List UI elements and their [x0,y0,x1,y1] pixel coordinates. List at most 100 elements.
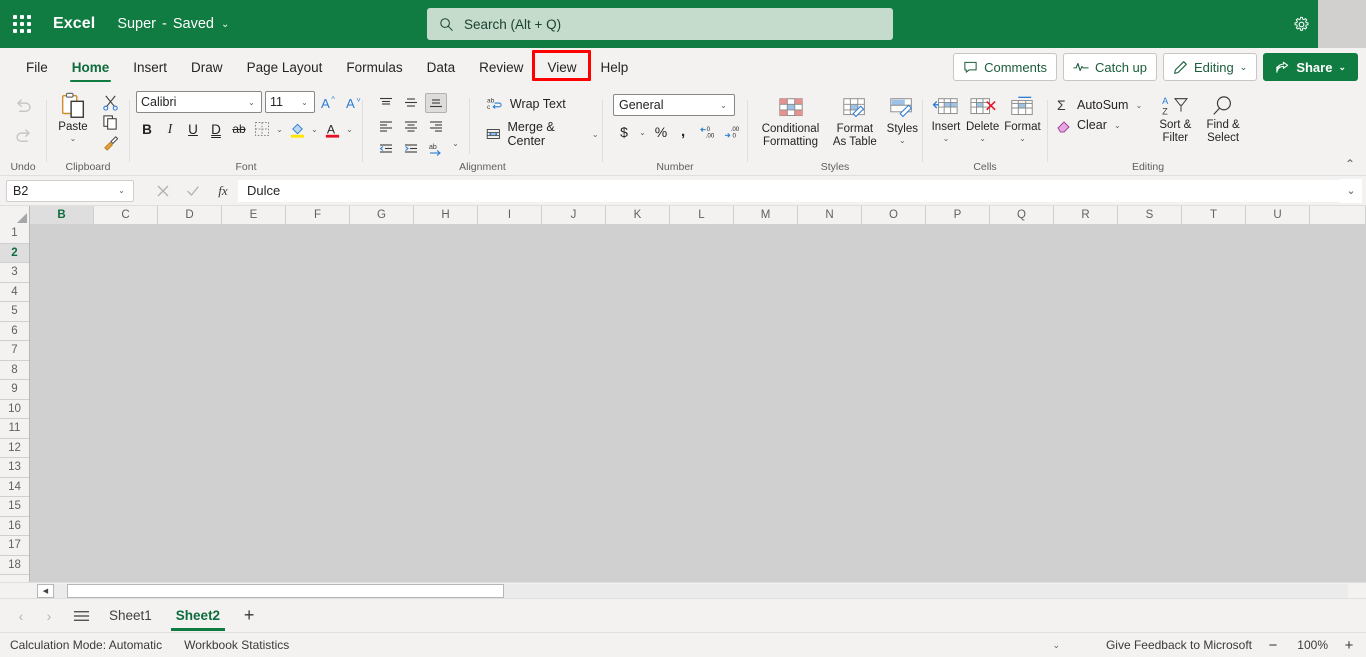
row-header-9[interactable]: 9 [0,380,29,400]
row-header-2[interactable]: 2 [0,243,29,263]
row-header-6[interactable]: 6 [0,322,29,341]
column-header-n[interactable]: N [798,206,862,224]
sort-filter-button[interactable]: A Z Sort & Filter [1152,94,1198,146]
orientation-button[interactable]: ab [425,139,447,159]
cells-area[interactable] [30,224,1366,598]
align-middle-button[interactable] [400,93,422,113]
sheet-tab-sheet2[interactable]: Sheet2 [165,599,231,633]
column-header-e[interactable]: E [222,206,286,224]
row-header-14[interactable]: 14 [0,478,29,497]
chevron-down-icon[interactable]: ⌄ [274,125,285,134]
find-select-button[interactable]: Find & Select [1200,94,1246,146]
tab-file[interactable]: File [14,48,60,86]
workbook-statistics-button[interactable]: Workbook Statistics [184,638,289,652]
column-header-h[interactable]: H [414,206,478,224]
tab-insert[interactable]: Insert [121,48,179,86]
column-header-r[interactable]: R [1054,206,1118,224]
column-header-c[interactable]: C [94,206,158,224]
excel-brand-label[interactable]: Excel [53,15,95,33]
undo-button[interactable] [6,91,40,119]
column-header-d[interactable]: D [158,206,222,224]
chevron-down-icon[interactable]: ⌄ [68,134,79,143]
column-header-f[interactable]: F [286,206,350,224]
status-overflow-chevron-icon[interactable]: ⌄ [1052,640,1060,651]
tab-data[interactable]: Data [415,48,468,86]
share-button[interactable]: Share ⌄ [1263,53,1358,81]
name-box[interactable]: B2 ⌄ [6,179,134,202]
delete-cells-button[interactable]: Delete ⌄ [964,94,1001,144]
tab-help[interactable]: Help [588,48,640,86]
decrease-indent-button[interactable] [375,139,397,159]
row-header-1[interactable]: 1 [0,224,29,244]
chevron-down-icon[interactable]: ⌄ [309,125,320,134]
collapse-ribbon-button[interactable]: ⌃ [1340,155,1360,173]
wrap-text-button[interactable]: ab c Wrap Text [486,96,600,112]
chevron-down-icon[interactable]: ⌄ [1017,134,1028,143]
column-header-b[interactable]: B [30,206,94,224]
feedback-link[interactable]: Give Feedback to Microsoft [1106,638,1252,652]
zoom-level-label[interactable]: 100% [1294,638,1328,652]
clear-button[interactable]: Clear ⌄ [1056,117,1144,133]
tab-home[interactable]: Home [60,48,122,86]
row-header-4[interactable]: 4 [0,283,29,302]
column-header-q[interactable]: Q [990,206,1054,224]
calculation-mode-status[interactable]: Calculation Mode: Automatic [10,638,162,652]
merge-center-button[interactable]: Merge & Center ⌄ [486,120,600,148]
strikethrough-button[interactable]: ab [228,118,250,140]
column-header-l[interactable]: L [670,206,734,224]
align-top-button[interactable] [375,93,397,113]
row-header-13[interactable]: 13 [0,458,29,478]
column-header-s[interactable]: S [1118,206,1182,224]
editing-mode-button[interactable]: Editing ⌄ [1163,53,1258,81]
column-header-partial[interactable] [1310,206,1366,224]
increase-font-size-button[interactable]: A ^ [318,91,340,113]
decrease-decimal-button[interactable]: .00 0 [722,121,744,143]
scroll-left-button[interactable]: ◀ [37,583,54,598]
row-header-18[interactable]: 18 [0,556,29,575]
font-name-input[interactable]: Calibri ⌄ [136,91,262,113]
row-header-8[interactable]: 8 [0,361,29,380]
percent-format-button[interactable]: % [650,121,672,143]
scrollbar-track[interactable] [54,583,1348,598]
format-painter-button[interactable] [97,133,123,152]
row-header-17[interactable]: 17 [0,536,29,556]
borders-button[interactable] [251,118,273,140]
add-sheet-button[interactable]: + [235,602,263,630]
chevron-down-icon[interactable]: ⌄ [450,139,461,159]
format-as-table-button[interactable]: Format As Table [827,94,883,150]
row-header-7[interactable]: 7 [0,341,29,361]
column-header-g[interactable]: G [350,206,414,224]
column-header-u[interactable]: U [1246,206,1310,224]
align-center-button[interactable] [400,116,422,136]
double-underline-button[interactable]: D [205,118,227,140]
conditional-formatting-button[interactable]: Conditional Formatting [756,94,825,150]
number-format-select[interactable]: General ⌄ [613,94,735,116]
formula-input[interactable]: Dulce [238,179,1340,202]
italic-button[interactable]: I [159,118,181,140]
row-header-11[interactable]: 11 [0,419,29,439]
column-header-j[interactable]: J [542,206,606,224]
row-header-15[interactable]: 15 [0,497,29,517]
row-header-5[interactable]: 5 [0,302,29,322]
tab-draw[interactable]: Draw [179,48,235,86]
cancel-entry-button[interactable] [148,179,178,203]
search-input[interactable]: Search (Alt + Q) [427,8,893,40]
zoom-out-button[interactable]: − [1266,637,1280,654]
expand-formula-bar-button[interactable]: ⌄ [1340,178,1362,203]
font-size-input[interactable]: 11 ⌄ [265,91,315,113]
document-title[interactable]: Super - Saved ⌄ [117,16,229,32]
comments-button[interactable]: Comments [953,53,1057,81]
paste-button[interactable]: Paste ⌄ [49,91,97,143]
align-right-button[interactable] [425,116,447,136]
insert-cells-button[interactable]: Insert ⌄ [929,94,963,144]
font-color-button[interactable]: A [321,118,343,140]
row-header-16[interactable]: 16 [0,517,29,536]
cell-styles-button[interactable]: Styles ⌄ [885,94,920,150]
column-header-o[interactable]: O [862,206,926,224]
insert-function-button[interactable]: fx [208,179,238,203]
tab-review[interactable]: Review [467,48,535,86]
settings-button[interactable] [1285,8,1317,40]
all-sheets-button[interactable] [66,603,96,629]
increase-indent-button[interactable] [400,139,422,159]
column-header-k[interactable]: K [606,206,670,224]
